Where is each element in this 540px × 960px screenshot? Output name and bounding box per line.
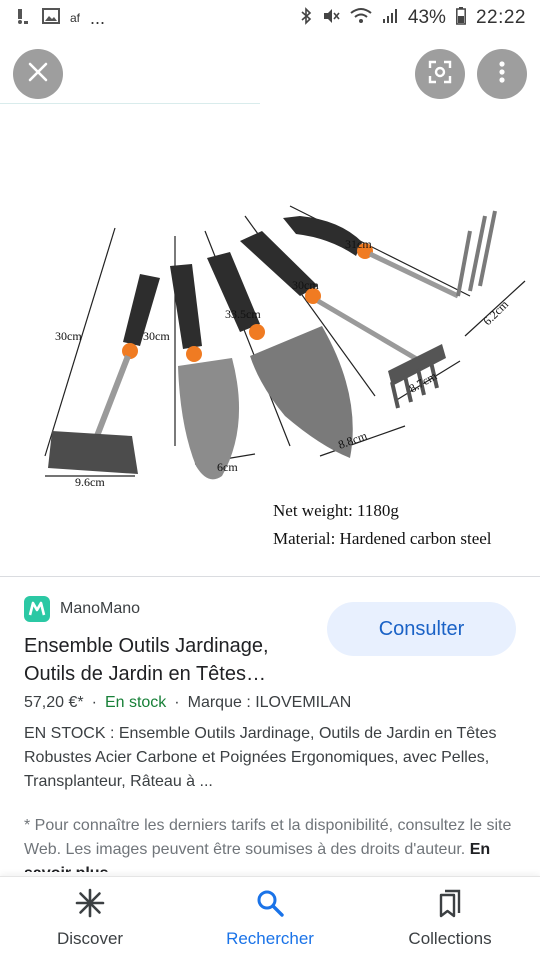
close-icon bbox=[27, 61, 49, 88]
dim-label: 30cm bbox=[292, 278, 319, 292]
bookmarks-icon bbox=[435, 888, 465, 923]
dim-label: 31cm bbox=[345, 237, 372, 251]
status-right: 43% 22:22 bbox=[300, 6, 526, 30]
source-name: ManoMano bbox=[60, 600, 141, 617]
notification-icon bbox=[14, 7, 32, 30]
consulter-button[interactable]: Consulter bbox=[327, 602, 516, 656]
more-vert-icon bbox=[498, 60, 506, 89]
result-meta: 57,20 €* · En stock · Marque : ILOVEMILA… bbox=[24, 694, 516, 712]
wifi-icon bbox=[350, 7, 372, 30]
divider-line bbox=[0, 103, 260, 104]
price: 57,20 €* bbox=[24, 694, 84, 711]
nav-label: Rechercher bbox=[226, 929, 314, 948]
status-left: af ... bbox=[14, 7, 105, 30]
more-options-button[interactable] bbox=[477, 49, 527, 99]
nav-rechercher[interactable]: Rechercher bbox=[180, 877, 360, 960]
separator: · bbox=[91, 694, 97, 711]
product-image: 30cm 30cm 33.5cm 30cm 31cm 9.6cm 6cm 8.8… bbox=[44, 205, 526, 548]
bottom-navigation: Discover Rechercher Collections bbox=[0, 876, 540, 960]
disclaimer-text: * Pour connaître les derniers tarifs et … bbox=[24, 817, 512, 858]
image-icon bbox=[42, 7, 60, 29]
dim-label: 6.2cm bbox=[480, 297, 511, 328]
dim-label: 6cm bbox=[217, 460, 238, 474]
dim-label: 9.6cm bbox=[75, 475, 105, 489]
bluetooth-icon bbox=[300, 6, 312, 30]
nav-label: Discover bbox=[56, 929, 124, 948]
google-lens-icon bbox=[427, 59, 453, 90]
result-title[interactable]: Ensemble Outils Jardinage, Outils de Jar… bbox=[24, 632, 314, 688]
nav-collections[interactable]: Collections bbox=[360, 877, 540, 960]
hoe-tool bbox=[48, 274, 160, 474]
result-card[interactable]: ManoMano Consulter Ensemble Outils Jardi… bbox=[24, 594, 516, 872]
net-weight-label: Net weight: 1180g bbox=[273, 501, 399, 520]
nav-label: Collections bbox=[408, 929, 492, 948]
status-bar: af ... 43% 22:22 bbox=[0, 0, 540, 36]
lens-button[interactable] bbox=[415, 49, 465, 99]
result-description: EN STOCK : Ensemble Outils Jardinage, Ou… bbox=[24, 725, 497, 790]
stock-status: En stock bbox=[104, 694, 167, 711]
image-viewer[interactable]: 30cm 30cm 33.5cm 30cm 31cm 9.6cm 6cm 8.8… bbox=[0, 36, 540, 576]
dim-label: 30cm bbox=[143, 329, 170, 343]
close-button[interactable] bbox=[13, 49, 63, 99]
manomano-logo-icon bbox=[24, 596, 50, 622]
disclaimer: * Pour connaître les derniers tarifs et … bbox=[24, 814, 516, 872]
section-divider bbox=[0, 576, 540, 577]
clock: 22:22 bbox=[475, 7, 526, 28]
dim-label: 30cm bbox=[55, 329, 82, 343]
search-icon bbox=[255, 888, 285, 923]
battery-percent: 43% bbox=[407, 7, 446, 28]
mute-icon bbox=[322, 7, 340, 30]
app-notif-text: af bbox=[70, 11, 81, 25]
nav-discover[interactable]: Discover bbox=[0, 877, 180, 960]
separator: · bbox=[174, 694, 180, 711]
battery-icon bbox=[456, 6, 466, 30]
dim-label: 33.5cm bbox=[225, 307, 261, 321]
brand: Marque : ILOVEMILAN bbox=[187, 694, 352, 711]
material-label: Material: Hardened carbon steel bbox=[273, 529, 492, 548]
more-notifications: ... bbox=[90, 7, 106, 28]
signal-icon bbox=[382, 8, 398, 29]
asterisk-icon bbox=[75, 888, 105, 923]
